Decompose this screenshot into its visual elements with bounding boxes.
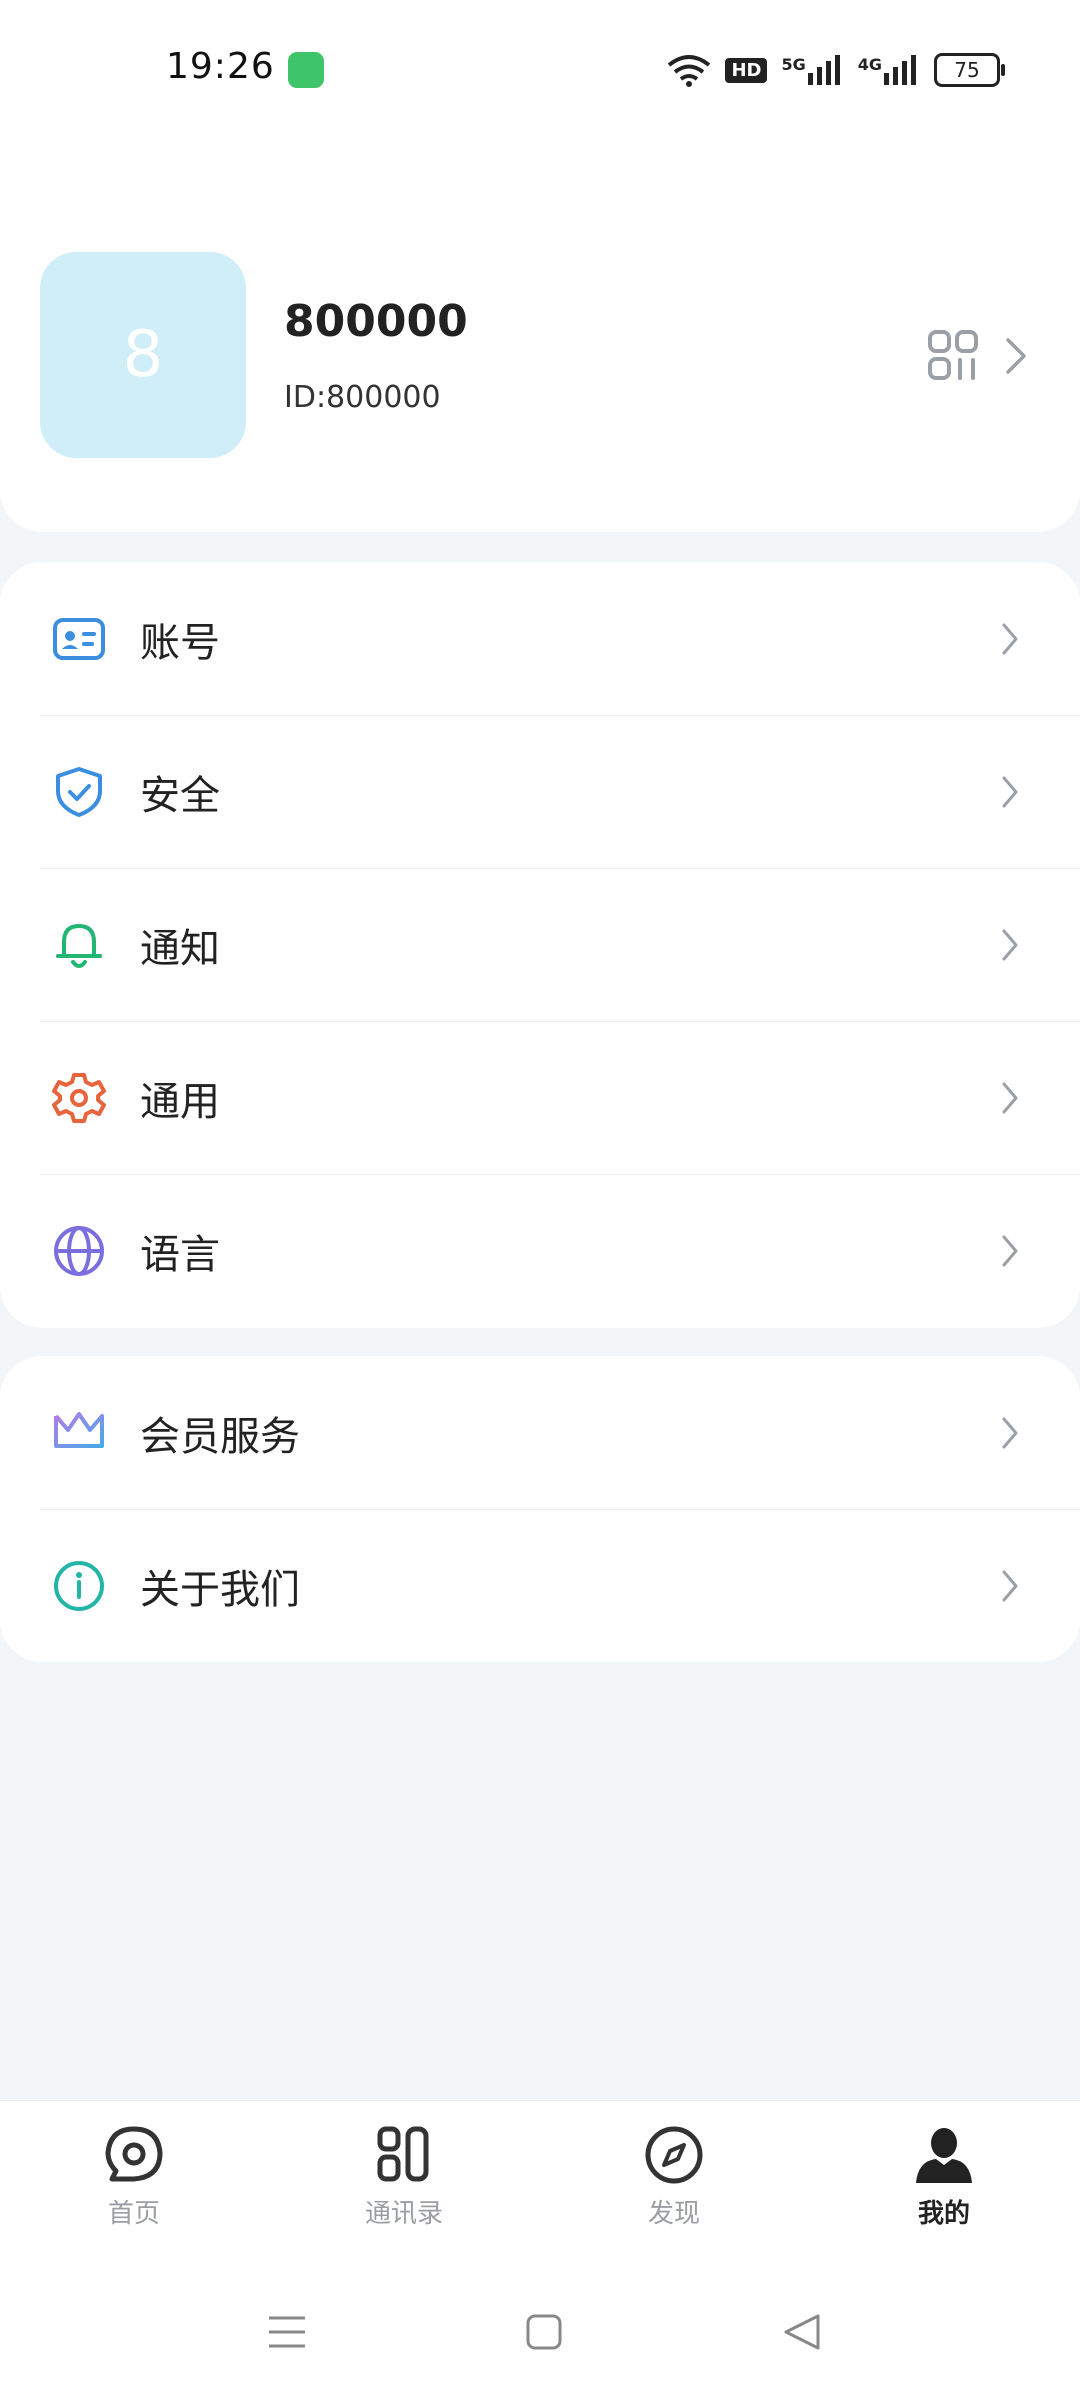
person-icon — [916, 2128, 972, 2183]
chat-bubble-icon — [105, 2126, 163, 2182]
crown-icon — [54, 1411, 104, 1456]
gear-icon — [52, 1072, 106, 1123]
signal-4g-label: 4G — [857, 55, 882, 74]
nav-label: 首页 — [107, 2199, 160, 2229]
menu-item-label: 通知 — [140, 925, 220, 972]
nav-item-discover[interactable]: 发现 — [574, 2123, 774, 2243]
signal-5g-icon: 5G — [781, 55, 843, 85]
compass-icon — [645, 2126, 703, 2184]
menu-item-label: 会员服务 — [140, 1413, 300, 1460]
profile-card[interactable]: 8 800000 ID:800000 — [0, 140, 1080, 532]
menu-item-about[interactable]: 关于我们 — [0, 1509, 1080, 1662]
nav-item-me[interactable]: 我的 — [844, 2123, 1044, 2243]
menu-item-notification[interactable]: 通知 — [0, 868, 1080, 1021]
nav-item-contacts[interactable]: 通讯录 — [304, 2123, 504, 2243]
contacts-icon — [377, 2126, 429, 2182]
menu-item-general[interactable]: 通用 — [0, 1021, 1080, 1174]
menu-item-label: 语言 — [140, 1231, 220, 1278]
battery-indicator: 75 — [934, 53, 1005, 87]
signal-5g-label: 5G — [781, 55, 806, 74]
signal-4g-icon: 4G — [858, 55, 920, 85]
chevron-right-icon — [1006, 338, 1026, 374]
globe-icon — [54, 1225, 104, 1276]
chevron-right-icon — [1002, 776, 1018, 807]
back-triangle-icon[interactable] — [780, 2310, 824, 2354]
bottom-nav: 首页 通讯录 发现 我的 — [0, 2100, 1080, 2263]
id-card-icon — [53, 617, 105, 660]
menu-item-label: 账号 — [140, 619, 220, 666]
chevron-right-icon — [1002, 1235, 1018, 1266]
settings-card: 账号 安全 通知 通用 语言 — [0, 562, 1080, 1328]
info-icon — [54, 1560, 104, 1611]
nav-label: 我的 — [917, 2199, 970, 2229]
home-square-icon[interactable] — [522, 2310, 566, 2354]
chevron-right-icon — [1002, 1417, 1018, 1448]
nav-label: 通讯录 — [364, 2199, 443, 2229]
chevron-right-icon — [1002, 1570, 1018, 1601]
qr-code-icon[interactable] — [928, 330, 978, 380]
bell-icon — [56, 923, 102, 968]
hd-badge: HD — [725, 57, 768, 83]
status-time: 19:26 — [166, 46, 275, 87]
menu-item-security[interactable]: 安全 — [0, 715, 1080, 868]
status-bar: 19:26 HD 5G 4G 75 — [0, 0, 1080, 140]
shield-check-icon — [56, 766, 102, 817]
menu-item-label: 通用 — [140, 1078, 220, 1125]
menu-item-label: 关于我们 — [140, 1566, 300, 1613]
avatar[interactable]: 8 — [40, 252, 246, 458]
wifi-icon — [668, 55, 711, 87]
nav-item-home[interactable]: 首页 — [34, 2123, 234, 2243]
nav-label: 发现 — [647, 2199, 700, 2229]
chevron-right-icon — [1002, 929, 1018, 960]
user-id: ID:800000 — [284, 380, 441, 415]
menu-item-language[interactable]: 语言 — [0, 1174, 1080, 1327]
menu-item-membership[interactable]: 会员服务 — [0, 1356, 1080, 1509]
services-card: 会员服务 关于我们 — [0, 1356, 1080, 1662]
username: 800000 — [284, 296, 468, 347]
menu-icon[interactable] — [265, 2310, 309, 2354]
system-nav-bar — [0, 2262, 1080, 2400]
menu-item-account[interactable]: 账号 — [0, 562, 1080, 715]
chevron-right-icon — [1002, 623, 1018, 654]
app-notification-icon — [288, 52, 324, 88]
menu-item-label: 安全 — [140, 772, 220, 819]
status-icons: HD 5G 4G 75 — [667, 50, 1005, 90]
chevron-right-icon — [1002, 1082, 1018, 1113]
